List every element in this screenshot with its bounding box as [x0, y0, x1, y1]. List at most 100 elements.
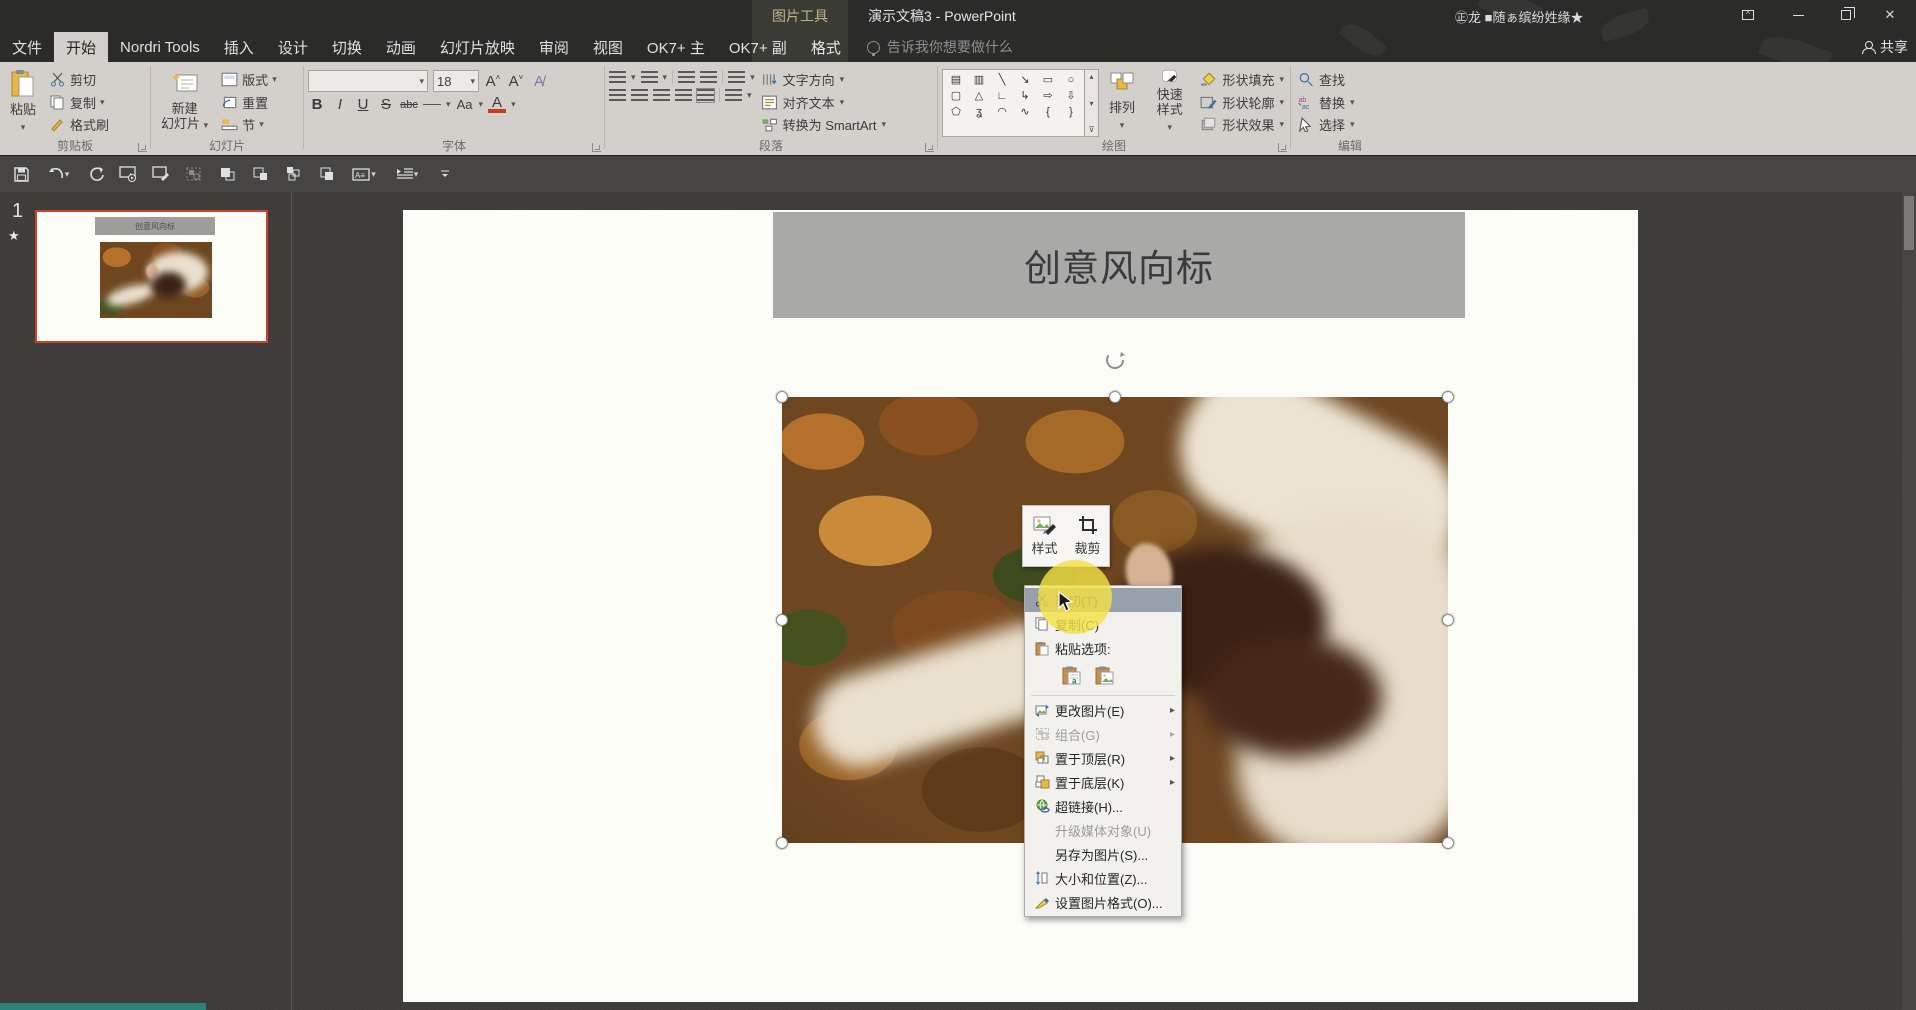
- paste-as-picture-button[interactable]: [1092, 663, 1117, 688]
- text-box-qat-button[interactable]: A≡ ▾: [346, 161, 382, 187]
- freeform-icon[interactable]: ⬠: [945, 104, 967, 119]
- menu-item-upgrade-media[interactable]: 升级媒体对象(U): [1025, 818, 1181, 842]
- change-case-button[interactable]: Aa: [456, 97, 474, 112]
- bring-forward-button[interactable]: [214, 161, 240, 187]
- gallery-more-icon[interactable]: ⊽: [1089, 125, 1095, 134]
- line-icon[interactable]: ╲: [991, 72, 1013, 87]
- left-brace-icon[interactable]: {: [1037, 104, 1059, 119]
- panel-divider[interactable]: [291, 192, 292, 1010]
- menu-item-hyperlink[interactable]: 超链接(H)...: [1025, 794, 1181, 818]
- menu-item-format-picture[interactable]: 设置图片格式(O)...: [1025, 890, 1181, 914]
- text-box-icon[interactable]: ▤: [945, 72, 967, 87]
- strikethrough-button[interactable]: S: [377, 96, 395, 113]
- oval-icon[interactable]: ○: [1060, 72, 1082, 87]
- section-button[interactable]: 节 ▾: [218, 114, 280, 135]
- cut-button[interactable]: 剪切: [46, 69, 112, 90]
- tab-animations[interactable]: 动画: [374, 32, 428, 62]
- group-objects-button[interactable]: [181, 161, 207, 187]
- resize-handle-e[interactable]: [1442, 614, 1454, 626]
- tab-ok7-main[interactable]: OK7+ 主: [635, 32, 717, 62]
- minimize-button[interactable]: [1776, 0, 1820, 30]
- start-slideshow-button[interactable]: [115, 161, 141, 187]
- indent-qat-button[interactable]: ▾: [389, 161, 425, 187]
- layout-button[interactable]: 版式 ▾: [218, 69, 280, 90]
- font-color-button[interactable]: A: [488, 95, 507, 113]
- tab-insert[interactable]: 插入: [212, 32, 266, 62]
- shape-effects-button[interactable]: 形状效果 ▾: [1200, 115, 1284, 135]
- elbow-arrow-icon[interactable]: ↳: [1014, 88, 1036, 103]
- menu-item-size-position[interactable]: 大小和位置(Z)...: [1025, 866, 1181, 890]
- text-direction-button[interactable]: 文字方向 ▾: [761, 70, 886, 90]
- right-arrow-icon[interactable]: ⇨: [1037, 88, 1059, 103]
- redo-button[interactable]: [82, 161, 108, 187]
- distribute-icon[interactable]: [696, 87, 715, 103]
- shape-gallery[interactable]: ▤ ▥ ╲ ↘ ▭ ○ ▢ △ ∟ ↳ ⇨ ⇩ ⬠ ʓ ◠ ∿{}: [942, 69, 1085, 137]
- underline-button[interactable]: U: [354, 96, 372, 113]
- italic-button[interactable]: I: [331, 96, 349, 113]
- slide-canvas[interactable]: 创意风向标: [403, 210, 1638, 1002]
- paste-button[interactable]: 粘贴 ▾: [4, 67, 42, 137]
- menu-item-bring-to-front[interactable]: 置于顶层(R) ▸: [1025, 746, 1181, 770]
- replace-button[interactable]: ab ac 替换 ▾: [1297, 92, 1355, 112]
- vertical-text-box-icon[interactable]: ▥: [968, 72, 990, 87]
- tab-view[interactable]: 视图: [581, 32, 635, 62]
- arc-icon[interactable]: ◠: [991, 104, 1013, 119]
- triangle-icon[interactable]: △: [968, 88, 990, 103]
- select-button[interactable]: 选择 ▾: [1297, 115, 1355, 135]
- menu-item-group[interactable]: 组合(G) ▸: [1025, 722, 1181, 746]
- drawing-dialog-launcher[interactable]: [1278, 143, 1287, 152]
- align-center-icon[interactable]: [631, 88, 648, 102]
- paragraph-dialog-launcher[interactable]: [925, 143, 934, 152]
- clear-formatting-button[interactable]: A̸: [530, 73, 548, 90]
- scribble-icon[interactable]: ʓ: [968, 104, 990, 119]
- menu-item-change-picture[interactable]: 更改图片(E) ▸: [1025, 698, 1181, 722]
- shape-fill-button[interactable]: 形状填充 ▾: [1200, 70, 1284, 90]
- rotation-handle[interactable]: [1104, 349, 1126, 371]
- format-painter-button[interactable]: 格式刷: [46, 114, 112, 135]
- tab-nordri-tools[interactable]: Nordri Tools: [108, 32, 212, 62]
- save-button[interactable]: [8, 161, 34, 187]
- gallery-down-icon[interactable]: ▾: [1089, 99, 1093, 108]
- menu-item-send-to-back[interactable]: 置于底层(K) ▸: [1025, 770, 1181, 794]
- bring-to-front-button[interactable]: [280, 161, 306, 187]
- paste-keep-source-formatting-button[interactable]: a: [1059, 663, 1084, 688]
- character-spacing-button[interactable]: [423, 104, 441, 105]
- columns-icon[interactable]: [725, 88, 742, 102]
- account-user-name[interactable]: ㊣龙 ■随ぁ缤纷姓缘★: [1455, 7, 1583, 26]
- scrollbar-thumb[interactable]: [1904, 196, 1914, 250]
- line-spacing-icon[interactable]: [728, 70, 746, 84]
- gallery-up-icon[interactable]: ▴: [1089, 72, 1093, 81]
- convert-smartart-button[interactable]: 转换为 SmartArt ▾: [761, 115, 886, 135]
- elbow-connector-icon[interactable]: ∟: [991, 88, 1013, 103]
- font-dialog-launcher[interactable]: [592, 143, 601, 152]
- undo-button[interactable]: ▾: [41, 161, 75, 187]
- close-button[interactable]: ✕: [1868, 0, 1912, 30]
- slideshow-pen-button[interactable]: [148, 161, 174, 187]
- align-left-icon[interactable]: [609, 88, 626, 102]
- increase-indent-icon[interactable]: [700, 70, 718, 84]
- increase-font-button[interactable]: A˄: [484, 73, 502, 90]
- menu-item-save-as-picture[interactable]: 另存为图片(S)...: [1025, 842, 1181, 866]
- arrange-button[interactable]: 排列 ▾: [1103, 67, 1141, 137]
- align-right-icon[interactable]: [653, 88, 670, 102]
- numbering-icon[interactable]: [640, 70, 658, 84]
- vertical-scrollbar[interactable]: [1902, 192, 1916, 1010]
- decrease-indent-icon[interactable]: [678, 70, 696, 84]
- right-brace-icon[interactable]: }: [1060, 104, 1082, 119]
- tab-format[interactable]: 格式: [799, 32, 853, 62]
- resize-handle-nw[interactable]: [776, 391, 788, 403]
- arrow-icon[interactable]: ↘: [1014, 72, 1036, 87]
- curve-icon[interactable]: ∿: [1014, 104, 1036, 119]
- align-text-button[interactable]: 对齐文本 ▾: [761, 92, 886, 112]
- font-name-combo[interactable]: ▾: [308, 70, 428, 92]
- share-button[interactable]: 共享: [1862, 32, 1908, 62]
- tab-file[interactable]: 文件: [0, 32, 54, 62]
- resize-handle-se[interactable]: [1442, 837, 1454, 849]
- tab-review[interactable]: 审阅: [527, 32, 581, 62]
- reset-button[interactable]: 重置: [218, 92, 280, 113]
- restore-button[interactable]: [1824, 0, 1868, 30]
- copy-button[interactable]: 复制 ▾: [46, 92, 112, 113]
- tab-slideshow[interactable]: 幻灯片放映: [428, 32, 527, 62]
- bold-button[interactable]: B: [308, 96, 326, 113]
- resize-handle-n[interactable]: [1109, 391, 1121, 403]
